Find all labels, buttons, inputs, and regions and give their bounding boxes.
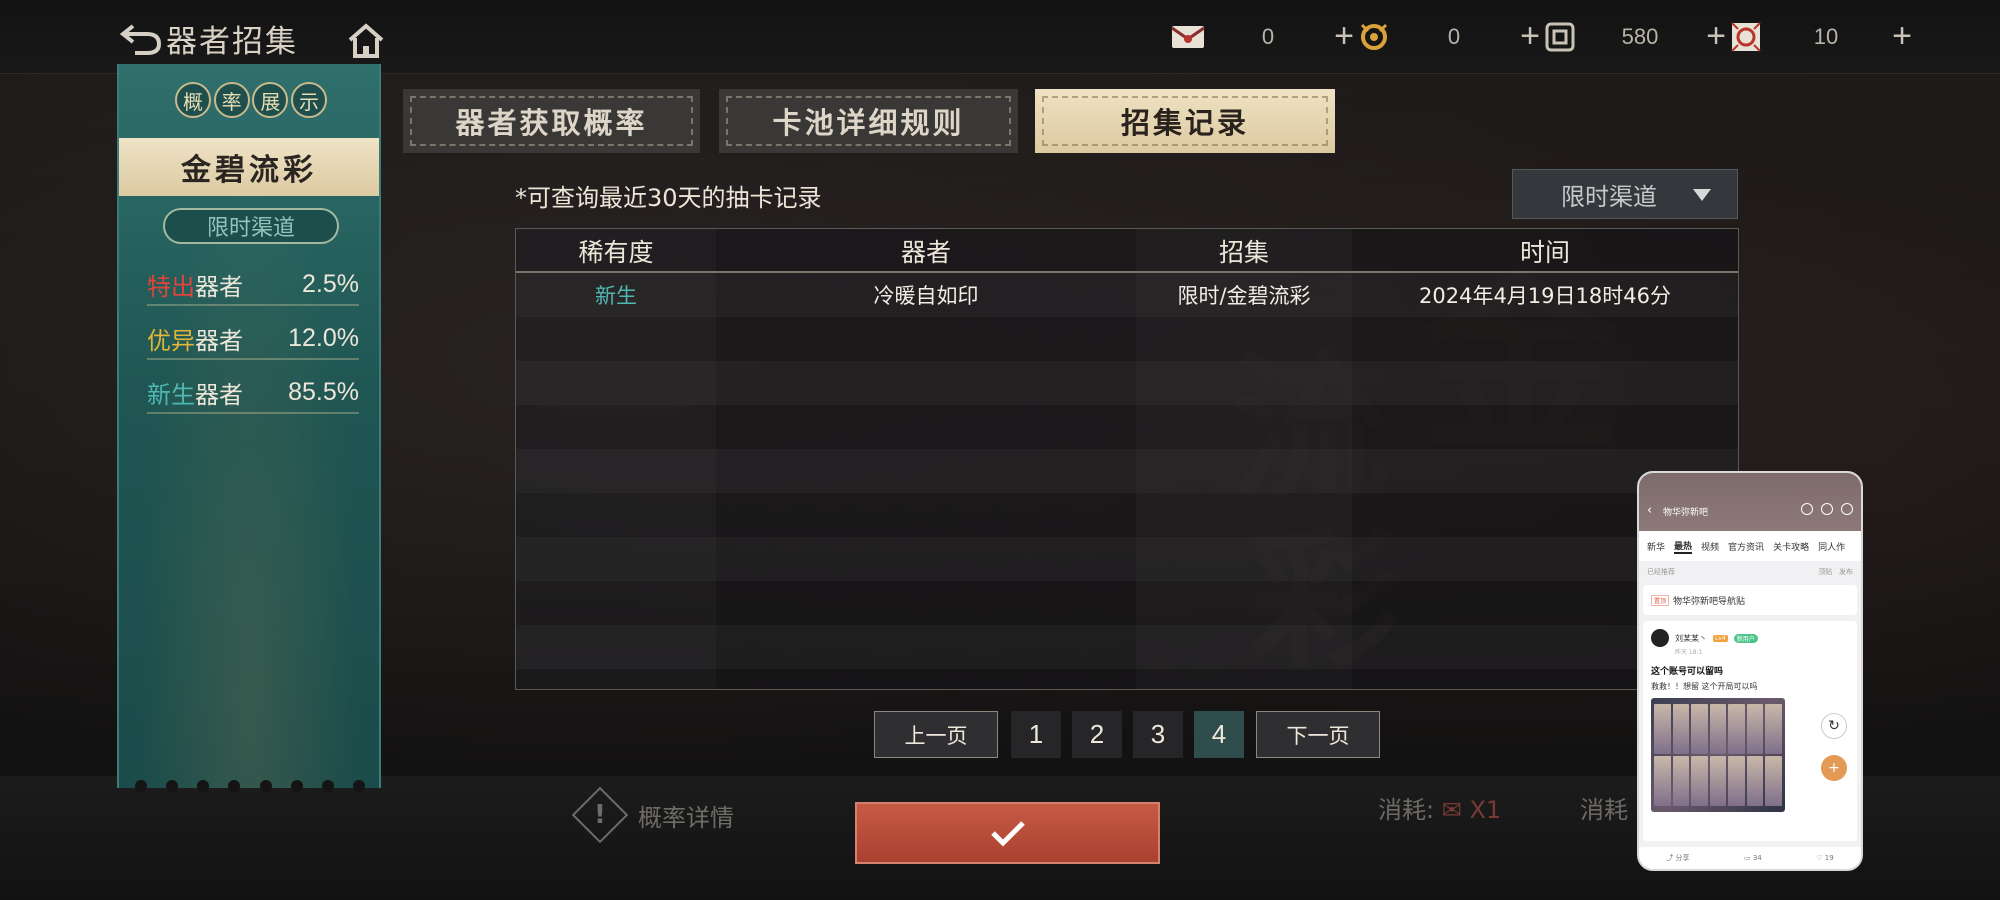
probability-panel: 概 率 展 示 金碧流彩 限时渠道 特出 器者 2.5% 优异 器者 12.0%… <box>117 64 381 792</box>
role-label: 器者 <box>195 326 243 355</box>
resource-value: 10 <box>1813 24 1839 49</box>
tab-acquisition-probability[interactable]: 器者获取概率 <box>403 89 700 153</box>
page-title: 器者招集 <box>166 24 298 60</box>
column-header: 招集 <box>1218 238 1269 267</box>
comment-icon[interactable]: ▭ 34 <box>1744 854 1762 862</box>
resource-jade: 580 + <box>1536 14 1736 60</box>
records-note: *可查询最近30天的抽卡记录 <box>515 184 822 212</box>
rarity-cell: 新生 <box>595 284 637 308</box>
page-button-4[interactable]: 4 <box>1194 711 1244 758</box>
top-bar: 器者招集 0 + 0 + 580 + 10 + <box>0 0 2000 74</box>
page-button-1[interactable]: 1 <box>1011 711 1061 758</box>
post-time: 昨天 18:1 <box>1675 649 1703 656</box>
edit-icon[interactable] <box>1841 503 1853 515</box>
post-image[interactable] <box>1651 698 1785 812</box>
tab-pool-rules[interactable]: 卡池详细规则 <box>719 89 1018 153</box>
more-icon[interactable] <box>1821 503 1833 515</box>
resource-envelope: 0 + <box>1164 14 1364 60</box>
avatar <box>1651 629 1669 647</box>
pinned-post[interactable]: 置顶 物华弥新吧导航贴 <box>1643 585 1857 615</box>
probability-panel-header: 概 率 展 示 <box>175 82 327 126</box>
rarity-label: 新生 <box>147 380 195 409</box>
forum-tabs: 新华 最热 视频 官方资讯 关卡攻略 同人作 <box>1639 531 1861 561</box>
table-header: 稀有度 器者 招集 时间 <box>516 229 1738 273</box>
column-header: 时间 <box>1519 238 1570 267</box>
prev-page-button[interactable]: 上一页 <box>874 711 998 758</box>
time-cell: 2024年4月19日18时46分 <box>1419 284 1671 308</box>
pinned-tag: 置顶 <box>1651 594 1670 606</box>
forum-tab[interactable]: 新华 <box>1647 540 1665 553</box>
cost-label-2: 消耗 <box>1580 796 1628 824</box>
like-icon[interactable]: ♡ 19 <box>1816 854 1833 862</box>
floating-phone-window[interactable]: ‹ 物华弥新吧 新华 最热 视频 官方资讯 关卡攻略 同人作 已经推荐 顶贴 发… <box>1637 471 1863 871</box>
dropdown-selected-value: 限时渠道 <box>1561 182 1657 211</box>
rate-percent: 85.5% <box>288 377 359 406</box>
forum-sort-bar: 已经推荐 顶贴 发布 <box>1647 568 1853 576</box>
character-cell: 冷暖自如印 <box>873 284 979 308</box>
forum-tab[interactable]: 视频 <box>1701 540 1719 553</box>
level-badge: Lv4 <box>1713 634 1728 642</box>
add-post-icon[interactable]: + <box>1821 755 1847 781</box>
gold-medal-icon <box>1350 15 1398 59</box>
forum-tab-active[interactable]: 最热 <box>1674 539 1693 554</box>
forum-tab[interactable]: 同人作 <box>1818 540 1845 553</box>
cost-label: 消耗: ✉ X1 <box>1378 796 1502 824</box>
column-header: 稀有度 <box>578 238 654 267</box>
search-icon[interactable] <box>1801 503 1813 515</box>
jade-coin-icon <box>1536 15 1584 59</box>
caret-down-icon <box>1693 189 1711 201</box>
resource-gold: 0 + <box>1350 14 1550 60</box>
rarity-label: 特出 <box>147 272 195 301</box>
pool-cell: 限时/金碧流彩 <box>1177 284 1311 308</box>
envelope-ticket-icon <box>1164 15 1212 59</box>
share-icon[interactable]: ⤴ 分享 <box>1666 853 1689 863</box>
seal-ticket-icon <box>1722 15 1770 59</box>
records-table: 稀有度 器者 招集 时间 新生 冷暖自如印 限时/金碧流彩 2024年4月19日… <box>515 228 1739 690</box>
confirm-button[interactable] <box>855 802 1160 864</box>
refresh-icon[interactable]: ↻ <box>1821 713 1847 739</box>
exclamation-icon: ! <box>571 786 629 844</box>
role-label: 器者 <box>195 272 243 301</box>
add-resource-button[interactable]: + <box>1882 17 1922 57</box>
probability-details-link[interactable]: ! 概率详情 <box>571 786 734 844</box>
page-button-3[interactable]: 3 <box>1133 711 1183 758</box>
probability-details-label: 概率详情 <box>638 803 734 832</box>
resource-value: 580 <box>1621 24 1659 49</box>
tab-recruit-records[interactable]: 招集记录 <box>1035 89 1335 153</box>
channel-badge: 限时渠道 <box>163 208 339 244</box>
forum-title: 物华弥新吧 <box>1663 508 1709 518</box>
channel-filter-dropdown[interactable]: 限时渠道 <box>1512 169 1738 219</box>
back-button[interactable] <box>118 18 164 58</box>
back-icon[interactable]: ‹ <box>1647 503 1652 518</box>
back-arrow-icon <box>119 24 162 55</box>
resource-value: 0 <box>1447 24 1461 49</box>
envelope-ticket-icon: ✉ <box>1441 796 1462 824</box>
role-label: 器者 <box>195 380 243 409</box>
rarity-label: 优异 <box>147 326 195 355</box>
forum-tab[interactable]: 关卡攻略 <box>1773 540 1809 553</box>
rate-percent: 2.5% <box>302 269 359 298</box>
rate-row: 特出 器者 2.5% <box>147 264 359 306</box>
post-title: 这个账号可以留吗 <box>1651 667 1724 677</box>
home-icon <box>348 23 384 58</box>
resource-seal: 10 + <box>1722 14 1922 60</box>
column-header: 器者 <box>900 238 951 267</box>
post-footer: ⤴ 分享 ▭ 34 ♡ 19 <box>1639 847 1861 869</box>
rate-row: 新生 器者 85.5% <box>147 372 359 414</box>
ticket-perforation <box>135 780 365 794</box>
new-user-badge: 新用户 <box>1733 633 1758 643</box>
resource-value: 0 <box>1261 24 1275 49</box>
next-page-button[interactable]: 下一页 <box>1256 711 1380 758</box>
forum-post[interactable]: 刘某某丶 Lv4 新用户 昨天 18:1 这个账号可以留吗 救救！！想留 这个开… <box>1643 621 1857 841</box>
page-button-2[interactable]: 2 <box>1072 711 1122 758</box>
post-body: 救救！！想留 这个开局可以吗 <box>1651 682 1758 691</box>
rate-percent: 12.0% <box>288 323 359 352</box>
home-button[interactable] <box>346 22 386 60</box>
forum-header: ‹ 物华弥新吧 <box>1639 473 1861 531</box>
checkmark-icon <box>990 821 1025 847</box>
forum-tab[interactable]: 官方资讯 <box>1728 540 1764 553</box>
banner-name: 金碧流彩 <box>119 138 379 196</box>
rate-row: 优异 器者 12.0% <box>147 318 359 360</box>
post-username: 刘某某丶 <box>1675 633 1707 643</box>
